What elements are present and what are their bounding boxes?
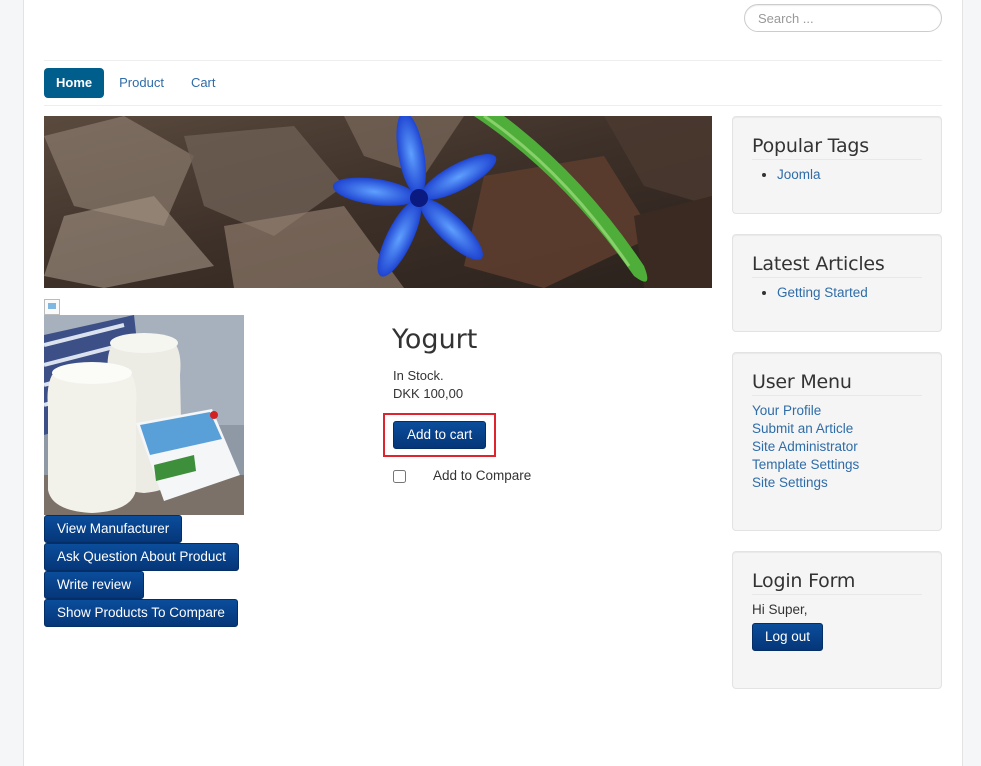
ask-question-button[interactable]: Ask Question About Product xyxy=(44,543,239,571)
nav-home[interactable]: Home xyxy=(44,68,105,98)
main-nav: Home Product Cart xyxy=(44,68,231,98)
menu-link-submit-article[interactable]: Submit an Article xyxy=(752,420,922,438)
nav-cart[interactable]: Cart xyxy=(179,68,228,98)
view-manufacturer-button[interactable]: View Manufacturer xyxy=(44,515,183,543)
article-link-getting-started[interactable]: Getting Started xyxy=(777,285,868,300)
menu-link-your-profile[interactable]: Your Profile xyxy=(752,402,922,420)
show-compare-button[interactable]: Show Products To Compare xyxy=(44,599,238,627)
page-container: Home Product Cart xyxy=(23,0,963,766)
user-menu-module: User Menu Your Profile Submit an Article… xyxy=(732,352,942,531)
popular-tags-title: Popular Tags xyxy=(752,117,922,160)
stock-status: In Stock. xyxy=(393,368,444,383)
list-item: Getting Started xyxy=(777,284,922,302)
tag-link-joomla[interactable]: Joomla xyxy=(777,167,821,182)
popular-tags-module: Popular Tags Joomla xyxy=(732,116,942,214)
add-to-compare-label: Add to Compare xyxy=(433,468,532,483)
logout-button[interactable]: Log out xyxy=(752,623,824,651)
product-title: Yogurt xyxy=(392,324,478,355)
latest-articles-module: Latest Articles Getting Started xyxy=(732,234,942,332)
nav-product[interactable]: Product xyxy=(107,68,176,98)
user-menu-title: User Menu xyxy=(752,353,922,396)
greeting-text: Hi Super, xyxy=(752,602,808,617)
header-divider xyxy=(44,60,942,61)
menu-link-site-settings[interactable]: Site Settings xyxy=(752,474,922,492)
search-input[interactable] xyxy=(744,4,942,32)
login-form-module: Login Form Hi Super, Log out xyxy=(732,551,942,689)
latest-articles-title: Latest Articles xyxy=(752,235,922,278)
menu-link-site-administrator[interactable]: Site Administrator xyxy=(752,438,922,456)
product-image[interactable] xyxy=(44,315,244,515)
nav-divider xyxy=(44,105,942,106)
broken-image-icon xyxy=(44,299,60,315)
add-to-compare-checkbox[interactable] xyxy=(393,470,406,483)
menu-link-template-settings[interactable]: Template Settings xyxy=(752,456,922,474)
add-to-cart-button[interactable]: Add to cart xyxy=(393,421,487,449)
list-item: Joomla xyxy=(777,166,922,184)
login-form-title: Login Form xyxy=(752,552,922,595)
product-price: DKK 100,00 xyxy=(393,386,464,401)
write-review-button[interactable]: Write review xyxy=(44,571,145,599)
banner-image xyxy=(44,116,712,288)
